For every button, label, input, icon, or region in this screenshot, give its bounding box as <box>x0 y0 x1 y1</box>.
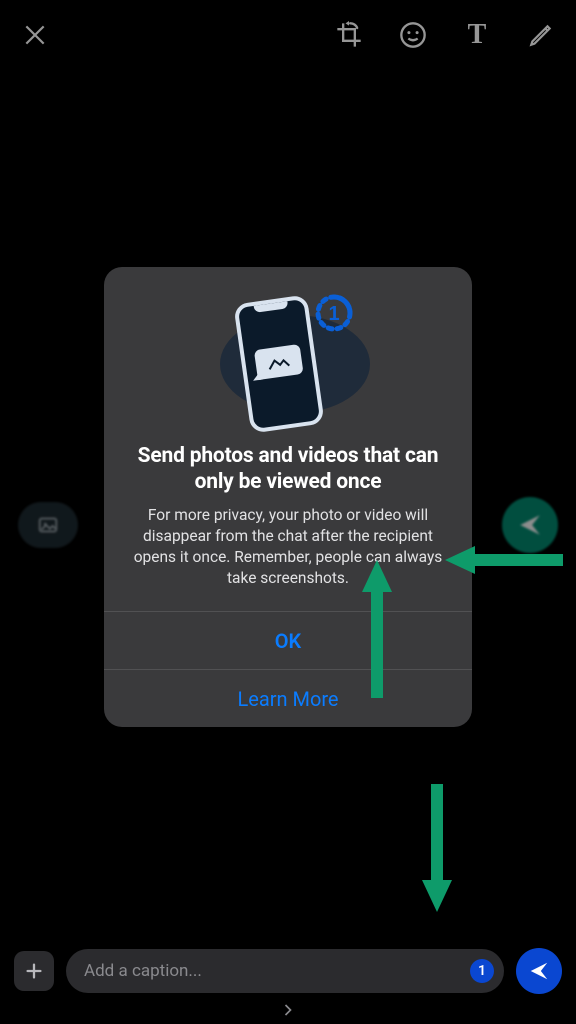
caption-placeholder: Add a caption... <box>84 961 470 981</box>
view-once-modal: 1 Send photos and videos that can only b… <box>104 267 472 727</box>
caption-input[interactable]: Add a caption... 1 <box>66 949 504 993</box>
home-indicator-row <box>0 1000 576 1020</box>
image-bubble-icon <box>254 344 304 380</box>
send-button[interactable] <box>516 948 562 994</box>
ok-button[interactable]: OK <box>104 611 472 669</box>
view-once-illustration: 1 <box>198 293 378 433</box>
modal-body: 1 Send photos and videos that can only b… <box>104 267 472 611</box>
view-once-toggle[interactable]: 1 <box>470 959 494 983</box>
learn-more-button[interactable]: Learn More <box>104 669 472 727</box>
svg-text:1: 1 <box>328 303 339 325</box>
plus-icon <box>23 960 45 982</box>
chevron-right-icon <box>278 1000 298 1020</box>
modal-overlay: 1 Send photos and videos that can only b… <box>0 0 576 1024</box>
send-icon <box>528 960 550 982</box>
modal-description: For more privacy, your photo or video wi… <box>128 505 448 589</box>
view-once-badge-icon: 1 <box>310 289 358 337</box>
add-media-button[interactable] <box>14 951 54 991</box>
caption-bar: Add a caption... 1 <box>0 948 576 994</box>
modal-title: Send photos and videos that can only be … <box>128 443 448 496</box>
